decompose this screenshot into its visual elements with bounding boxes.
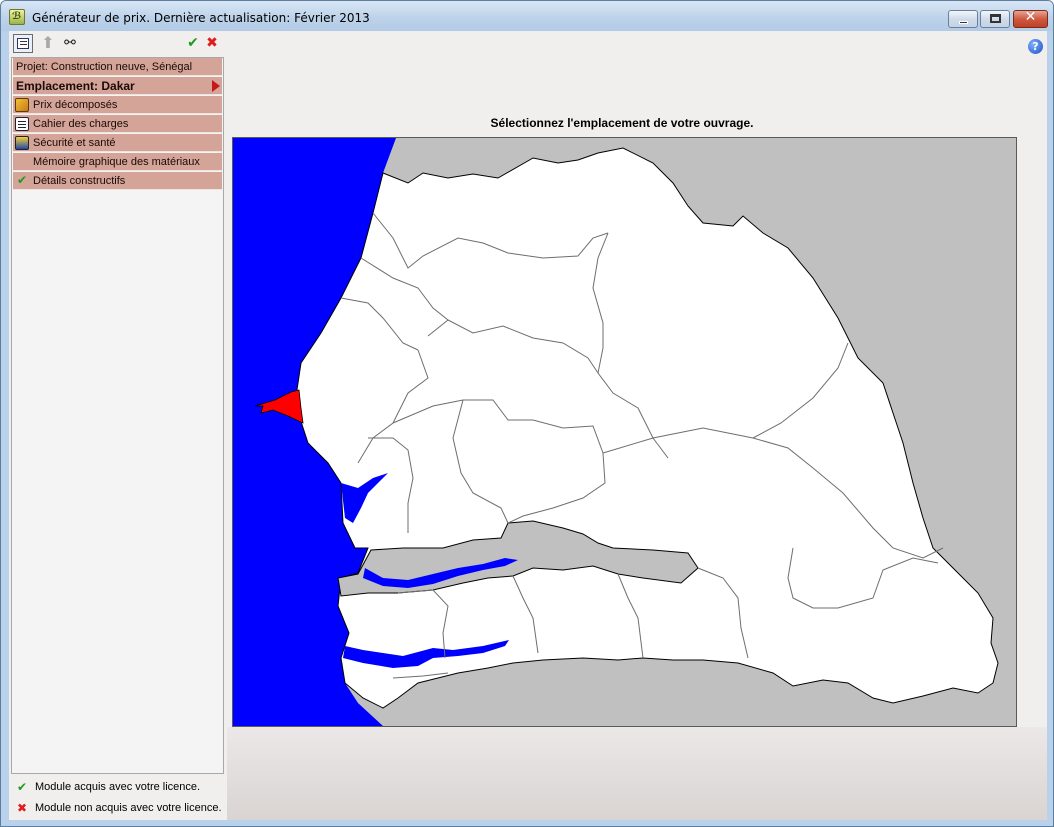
list-view-icon	[17, 38, 29, 49]
left-panel: ⬆ ⚯ ✔ ✖ Projet: Construction neuve, Séné…	[11, 33, 224, 818]
minimize-icon	[959, 21, 968, 24]
list-view-button[interactable]	[13, 34, 33, 53]
location-map[interactable]	[232, 137, 1017, 727]
minimize-button[interactable]	[948, 10, 978, 28]
toolbar: ⬆ ⚯ ✔ ✖	[11, 33, 224, 55]
tree-item-label: Sécurité et santé	[33, 137, 116, 149]
license-legend: ✔ Module acquis avec votre licence. ✖ Mo…	[17, 780, 222, 815]
up-arrow-icon[interactable]: ⬆	[38, 34, 58, 53]
cross-icon: ✖	[17, 801, 28, 815]
close-button[interactable]: ✕	[1013, 9, 1048, 28]
tree-item-project[interactable]: Projet: Construction neuve, Sénégal	[13, 58, 222, 76]
tree-item-label: Mémoire graphique des matériaux	[33, 156, 200, 168]
app-icon: ℬ	[9, 9, 25, 25]
price-icon	[15, 98, 29, 112]
tree-item-securite[interactable]: Sécurité et santé	[13, 134, 222, 152]
client-area: ⬆ ⚯ ✔ ✖ Projet: Construction neuve, Séné…	[9, 31, 1047, 820]
maximize-icon	[990, 14, 1001, 23]
expand-arrow-icon	[211, 79, 220, 93]
project-label: Projet: Construction neuve, Sénégal	[16, 61, 193, 73]
check-icon: ✔	[17, 173, 28, 187]
tree-item-prix[interactable]: Prix décomposés	[13, 96, 222, 114]
window-title: Générateur de prix. Dernière actualisati…	[32, 11, 370, 25]
decorative-background	[227, 727, 1047, 820]
binoculars-icon[interactable]: ⚯	[60, 34, 80, 53]
specification-icon	[15, 117, 29, 131]
check-icon: ✔	[17, 780, 28, 794]
tree-item-details[interactable]: ✔ Détails constructifs	[13, 172, 222, 190]
module-tree: Projet: Construction neuve, Sénégal Empl…	[11, 57, 224, 774]
tree-item-label: Prix décomposés	[33, 99, 118, 111]
senegal-map[interactable]	[233, 138, 1016, 726]
tree-item-location[interactable]: Emplacement: Dakar	[13, 77, 222, 95]
maximize-button[interactable]	[980, 10, 1010, 28]
cross-icon[interactable]: ✖	[202, 34, 222, 53]
title-bar[interactable]: ℬ Générateur de prix. Dernière actualisa…	[1, 1, 1053, 31]
help-icon[interactable]: ?	[1028, 39, 1043, 54]
check-icon[interactable]: ✔	[183, 34, 203, 53]
map-panel: ? Sélectionnez l'emplacement de votre ou…	[227, 31, 1047, 820]
safety-icon	[15, 136, 29, 150]
tree-item-cahier[interactable]: Cahier des charges	[13, 115, 222, 133]
tree-item-label: Détails constructifs	[33, 175, 126, 187]
main-window: ℬ Générateur de prix. Dernière actualisa…	[0, 0, 1054, 827]
map-prompt: Sélectionnez l'emplacement de votre ouvr…	[490, 116, 754, 130]
location-label: Emplacement: Dakar	[16, 79, 135, 93]
tree-item-label: Cahier des charges	[33, 118, 129, 130]
close-icon: ✕	[1024, 9, 1037, 25]
tree-item-memoire[interactable]: Mémoire graphique des matériaux	[13, 153, 222, 171]
